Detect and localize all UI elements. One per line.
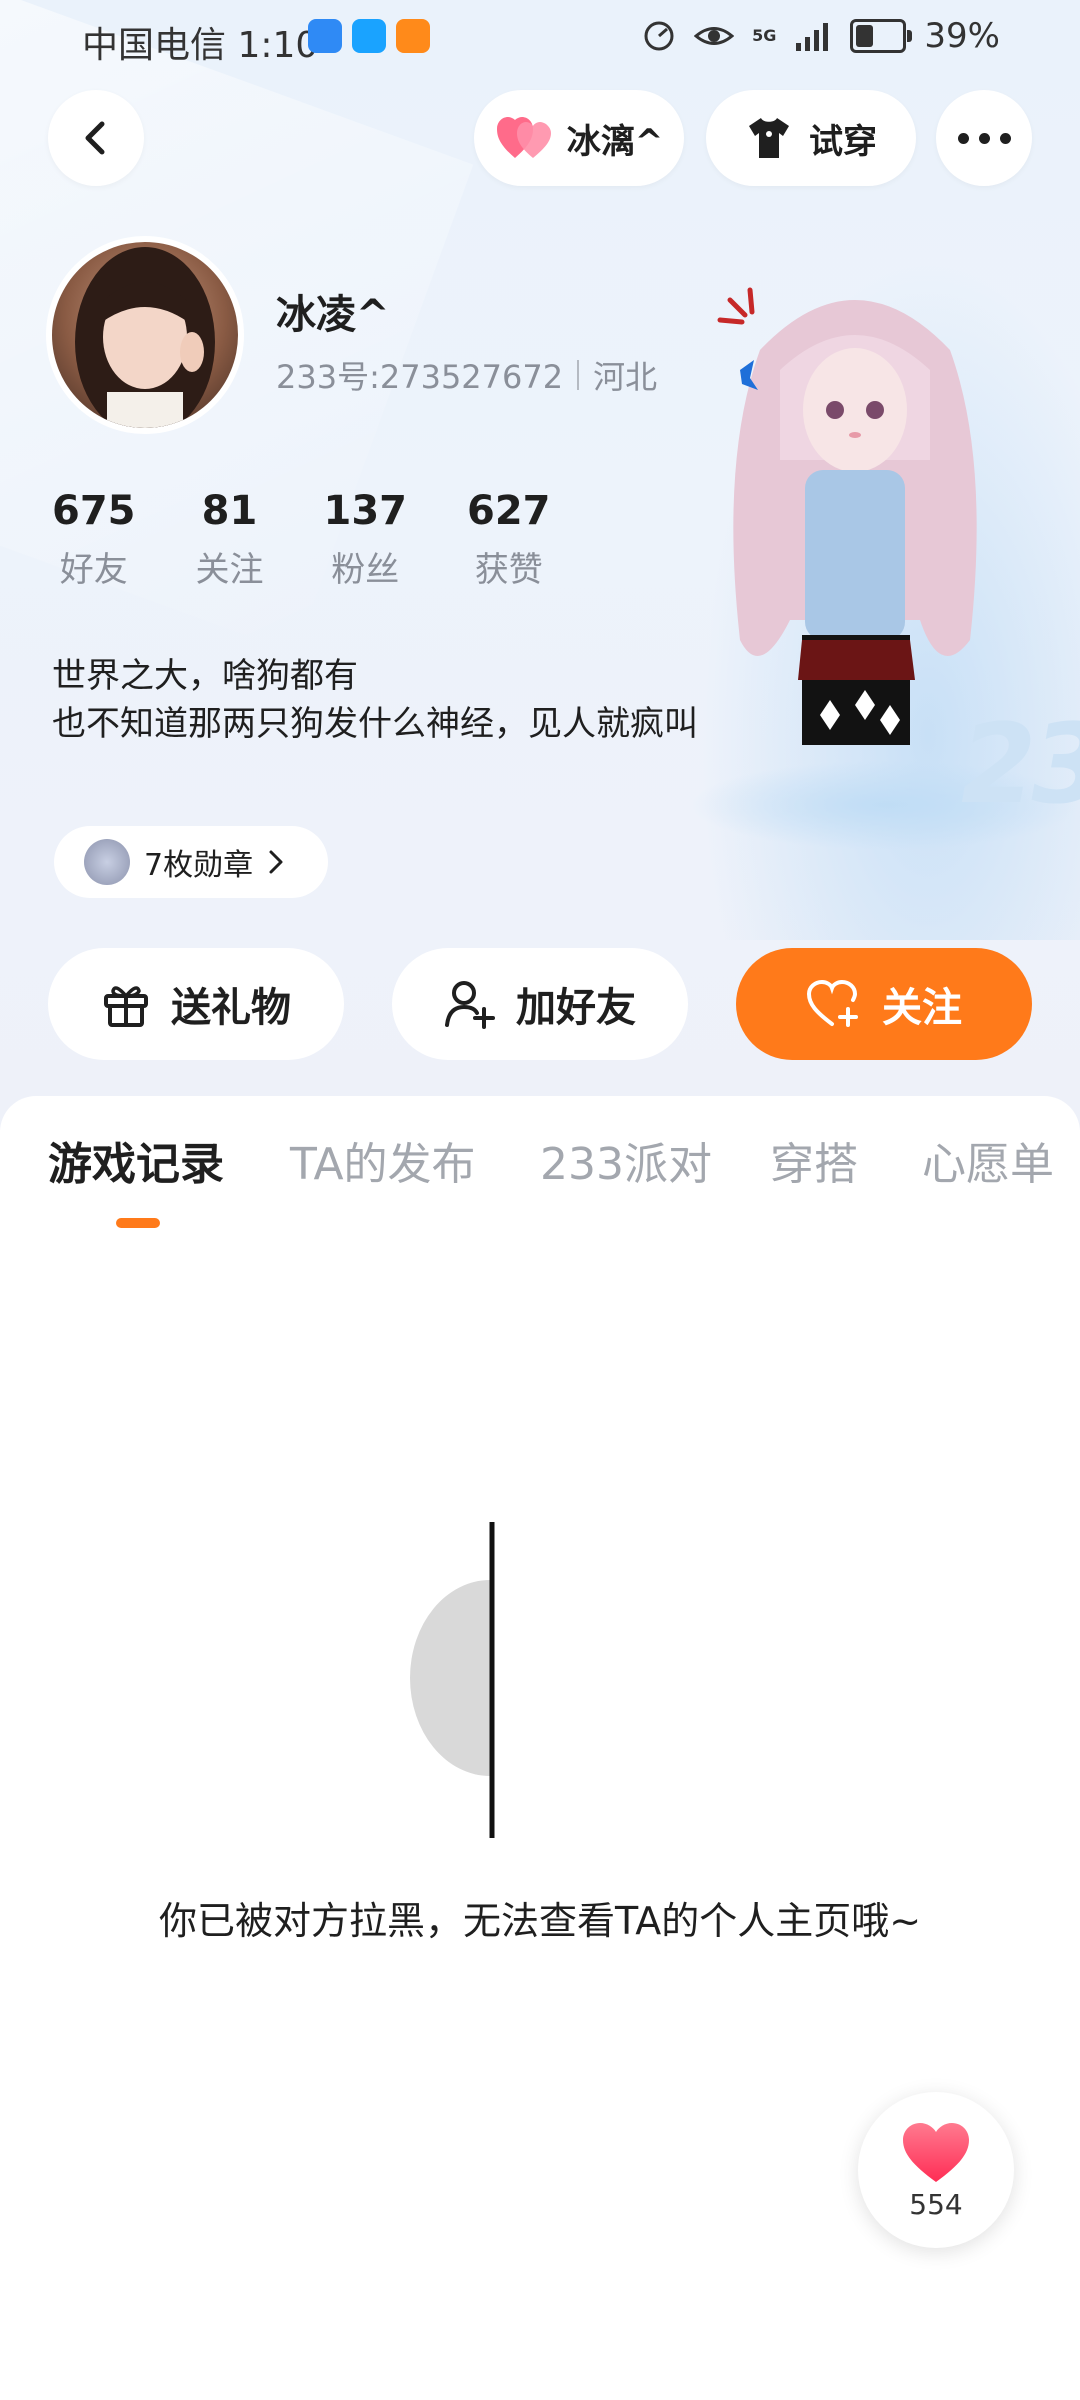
badges-button[interactable]: 7枚勋章	[54, 826, 328, 898]
battery-percent: 39%	[924, 16, 1000, 56]
add-friend-button[interactable]: 加好友	[392, 948, 688, 1060]
stat-friends[interactable]: 675 好友	[52, 488, 136, 591]
send-gift-label: 送礼物	[171, 985, 291, 1031]
speed-icon	[644, 21, 674, 51]
profile-username: 冰凌^	[276, 292, 390, 338]
profile-id: 233号:273527672	[276, 358, 564, 396]
try-on-button[interactable]: 试穿	[706, 90, 916, 186]
avatar-portrait	[75, 247, 215, 428]
like-count: 554	[909, 2187, 963, 2221]
stat-fans[interactable]: 137 粉丝	[324, 488, 408, 591]
follow-button[interactable]: 关注	[736, 948, 1032, 1060]
eye-icon	[694, 27, 735, 45]
stat-label: 获赞	[474, 550, 543, 590]
battery-icon	[850, 19, 913, 53]
tab-233-party[interactable]: 233派对	[540, 1128, 712, 1192]
active-tab-indicator	[116, 1218, 160, 1228]
profile-meta: 233号:273527672 河北	[276, 352, 657, 398]
carrier-time: 中国电信 1:10	[82, 25, 319, 66]
cp-partner-button[interactable]: 冰漓^	[474, 90, 684, 186]
bio-line: 也不知道那两只狗发什么神经，见人就疯叫	[52, 704, 698, 744]
blocked-illustration	[410, 1522, 495, 1838]
avatar-character[interactable]	[690, 260, 1020, 840]
stat-number: 137	[323, 488, 408, 534]
more-button[interactable]	[936, 90, 1032, 186]
back-button[interactable]	[48, 90, 144, 186]
profile-tabs: 游戏记录 TA的发布 233派对 穿搭 心愿单	[0, 1128, 1080, 1218]
more-dots-icon	[957, 132, 969, 144]
follow-label: 关注	[882, 985, 962, 1031]
network-type: 5G	[752, 26, 777, 45]
tab-ta-posts[interactable]: TA的发布	[290, 1128, 476, 1192]
stat-number: 675	[52, 488, 136, 534]
stat-label: 好友	[59, 550, 128, 590]
notification-icons	[308, 19, 430, 53]
signal-icon	[796, 23, 829, 51]
chevron-right-icon	[269, 850, 283, 874]
add-friend-label: 加好友	[516, 985, 636, 1031]
heart-plus-icon	[806, 979, 858, 1027]
gift-icon	[104, 986, 148, 1027]
video-app-icon	[396, 19, 430, 53]
heart-icon	[903, 2122, 969, 2182]
more-dot	[978, 132, 990, 144]
blocked-message: 你已被对方拉黑，无法查看TA的个人主页哦~	[158, 1899, 922, 1943]
stat-label: 关注	[195, 550, 264, 590]
browser-app-icon	[352, 19, 386, 53]
tab-wishlist[interactable]: 心愿单	[922, 1128, 1054, 1192]
cp-partner-name: 冰漓^	[566, 121, 664, 162]
profile-location: 河北	[593, 358, 658, 396]
meta-divider	[577, 360, 580, 390]
like-button[interactable]: 554	[858, 2092, 1014, 2248]
stat-likes[interactable]: 627 获赞	[467, 488, 551, 591]
tab-game-records[interactable]: 游戏记录	[48, 1128, 224, 1192]
try-on-label: 试穿	[809, 121, 877, 162]
stat-following[interactable]: 81 关注	[196, 488, 264, 591]
bio-line: 世界之大，啥狗都有	[52, 656, 358, 696]
medal-icon	[84, 839, 130, 885]
double-heart-icon	[496, 117, 551, 158]
tshirt-icon	[749, 118, 789, 158]
stat-label: 粉丝	[331, 550, 400, 590]
send-gift-button[interactable]: 送礼物	[48, 948, 344, 1060]
badges-label: 7枚勋章	[144, 848, 254, 883]
profile-bio: 世界之大，啥狗都有 也不知道那两只狗发什么神经，见人就疯叫	[52, 652, 712, 748]
status-right: 5G 39%	[642, 16, 1000, 56]
avatar-photo	[52, 242, 238, 428]
stat-number: 627	[467, 488, 551, 534]
add-person-icon	[445, 981, 495, 1029]
chevron-left-icon	[85, 121, 105, 155]
tab-outfits[interactable]: 穿搭	[770, 1128, 858, 1192]
weather-app-icon	[308, 19, 342, 53]
stat-number: 81	[201, 488, 258, 534]
avatar[interactable]	[46, 236, 244, 434]
profile-stats: 675 好友 81 关注 137 粉丝 627 获赞	[52, 488, 611, 591]
status-bar: 中国电信 1:10 5G 39%	[0, 0, 1080, 72]
more-dot	[999, 132, 1011, 144]
